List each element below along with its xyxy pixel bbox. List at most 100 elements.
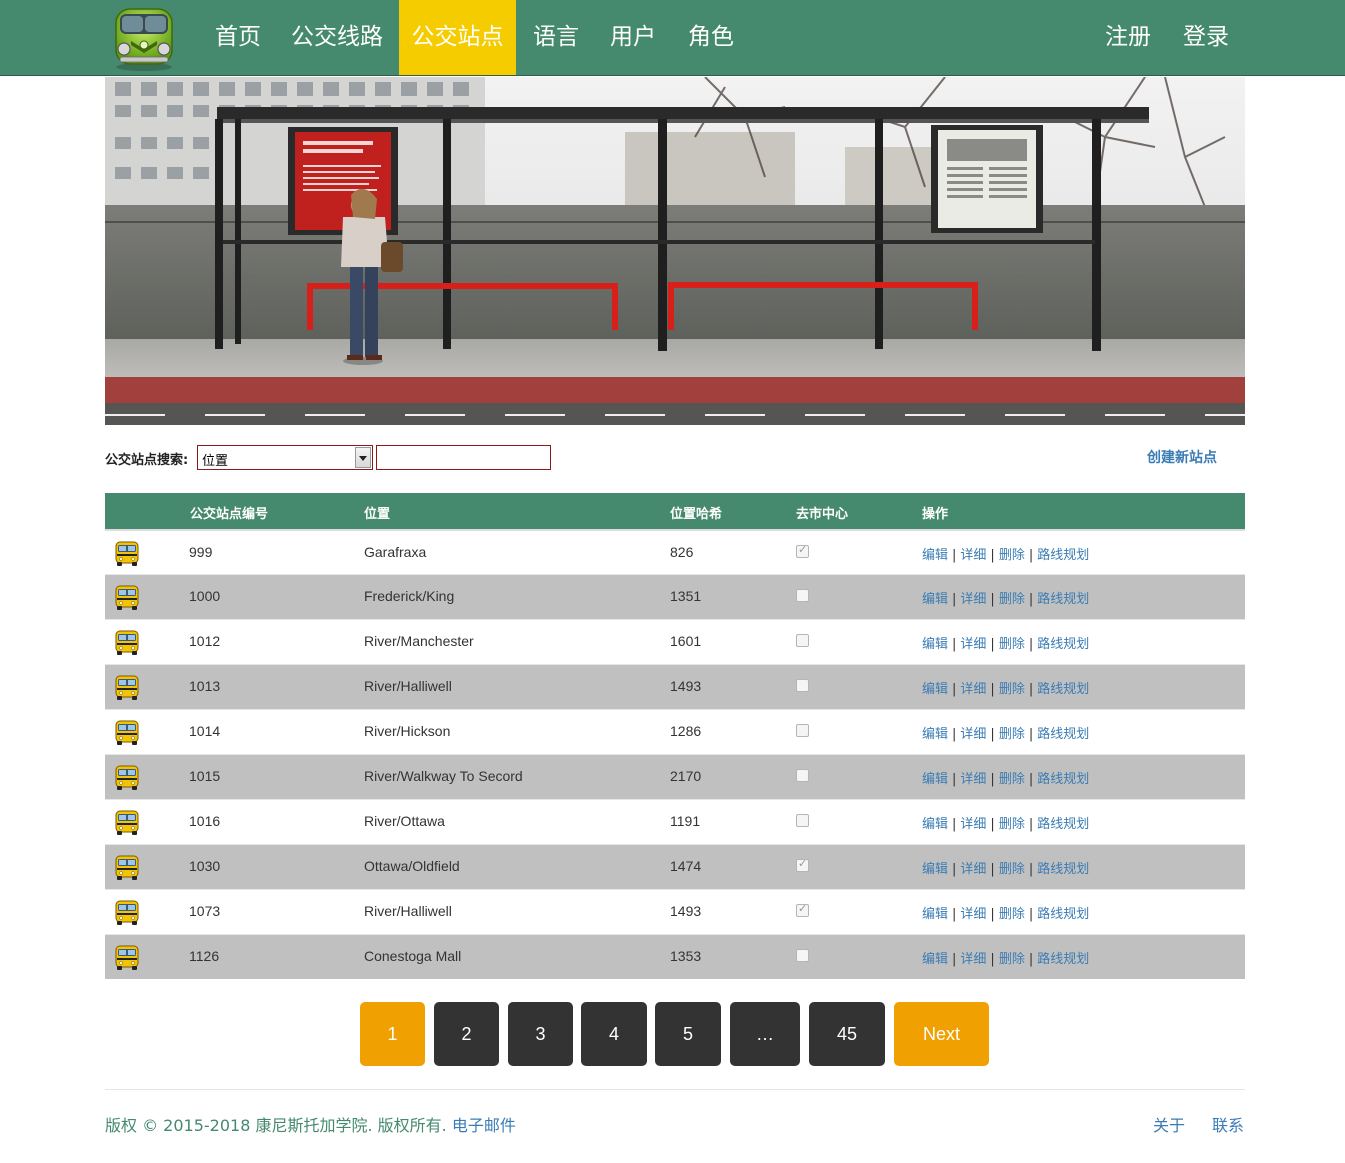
delete-link[interactable]: 删除 bbox=[999, 637, 1025, 652]
school-bus-icon bbox=[115, 855, 139, 880]
edit-link[interactable]: 编辑 bbox=[922, 637, 948, 652]
location-hash-cell: 1353 bbox=[670, 948, 702, 964]
route-planning-link[interactable]: 路线规划 bbox=[1037, 907, 1089, 922]
page-button-4[interactable]: 4 bbox=[581, 1002, 647, 1066]
bus-logo-icon[interactable] bbox=[109, 3, 179, 73]
delete-link[interactable]: 删除 bbox=[999, 548, 1025, 563]
detail-link[interactable]: 详细 bbox=[960, 772, 986, 787]
create-new-stop-link[interactable]: 创建新站点 bbox=[1147, 447, 1217, 467]
action-separator: | bbox=[990, 817, 995, 832]
school-bus-icon bbox=[115, 585, 139, 610]
route-planning-link[interactable]: 路线规划 bbox=[1037, 952, 1089, 967]
edit-link[interactable]: 编辑 bbox=[922, 592, 948, 607]
delete-link[interactable]: 删除 bbox=[999, 682, 1025, 697]
action-separator: | bbox=[990, 637, 995, 652]
header-location-hash[interactable]: 位置哈希 bbox=[670, 503, 722, 522]
edit-link[interactable]: 编辑 bbox=[922, 727, 948, 742]
edit-link[interactable]: 编辑 bbox=[922, 817, 948, 832]
detail-link[interactable]: 详细 bbox=[960, 952, 986, 967]
footer-about-link[interactable]: 关于 bbox=[1153, 1112, 1185, 1136]
location-cell: River/Ottawa bbox=[364, 813, 445, 829]
school-bus-icon bbox=[115, 765, 139, 790]
copyright-text: 版权 © 2015-2018 康尼斯托加学院. 版权所有. bbox=[105, 1116, 447, 1135]
detail-link[interactable]: 详细 bbox=[960, 907, 986, 922]
search-input[interactable] bbox=[376, 445, 551, 470]
detail-link[interactable]: 详细 bbox=[960, 817, 986, 832]
detail-link[interactable]: 详细 bbox=[960, 637, 986, 652]
table-row: 1000 Frederick/King 1351 编辑 | 详细 | 删除 | 路线规划 bbox=[105, 574, 1245, 619]
location-cell: River/Halliwell bbox=[364, 903, 452, 919]
location-cell: River/Walkway To Secord bbox=[364, 768, 523, 784]
edit-link[interactable]: 编辑 bbox=[922, 682, 948, 697]
nav-home[interactable]: 首页 bbox=[205, 0, 271, 75]
route-planning-link[interactable]: 路线规划 bbox=[1037, 637, 1089, 652]
action-separator: | bbox=[1028, 548, 1034, 563]
delete-link[interactable]: 删除 bbox=[999, 772, 1025, 787]
location-hash-cell: 1286 bbox=[670, 723, 702, 739]
action-separator: | bbox=[990, 772, 995, 787]
downtown-checkbox bbox=[796, 634, 809, 647]
footer-contact-link[interactable]: 联系 bbox=[1212, 1112, 1244, 1136]
table-row: 1016 River/Ottawa 1191 编辑 | 详细 | 删除 | 路线规划 bbox=[105, 799, 1245, 844]
route-planning-link[interactable]: 路线规划 bbox=[1037, 592, 1089, 607]
action-separator: | bbox=[1028, 952, 1034, 967]
action-separator: | bbox=[952, 682, 957, 697]
nav-language[interactable]: 语言 bbox=[524, 0, 588, 75]
edit-link[interactable]: 编辑 bbox=[922, 862, 948, 877]
delete-link[interactable]: 删除 bbox=[999, 862, 1025, 877]
delete-link[interactable]: 删除 bbox=[999, 817, 1025, 832]
nav-login[interactable]: 登录 bbox=[1174, 0, 1238, 75]
bus-stops-table: 公交站点编号 位置 位置哈希 去市中心 操作 999 Garafraxa 826… bbox=[105, 493, 1245, 979]
action-separator: | bbox=[952, 772, 957, 787]
delete-link[interactable]: 删除 bbox=[999, 907, 1025, 922]
action-separator: | bbox=[952, 592, 957, 607]
delete-link[interactable]: 删除 bbox=[999, 727, 1025, 742]
edit-link[interactable]: 编辑 bbox=[922, 548, 948, 563]
page-button-1[interactable]: 1 bbox=[360, 1002, 425, 1066]
table-header: 公交站点编号 位置 位置哈希 去市中心 操作 bbox=[105, 493, 1245, 529]
school-bus-icon bbox=[115, 810, 139, 835]
location-cell: River/Manchester bbox=[364, 633, 474, 649]
location-hash-cell: 826 bbox=[670, 544, 694, 560]
table-body: 999 Garafraxa 826 编辑|详细|删除|路线规划 1000 Fre… bbox=[105, 529, 1245, 979]
detail-link[interactable]: 详细 bbox=[960, 862, 986, 877]
next-page-button[interactable]: Next bbox=[894, 1002, 989, 1066]
page-button-3[interactable]: 3 bbox=[508, 1002, 573, 1066]
delete-link[interactable]: 删除 bbox=[999, 952, 1025, 967]
edit-link[interactable]: 编辑 bbox=[922, 772, 948, 787]
header-downtown[interactable]: 去市中心 bbox=[796, 503, 848, 522]
dropdown-arrow-icon[interactable] bbox=[355, 447, 371, 468]
header-stop-number[interactable]: 公交站点编号 bbox=[190, 503, 268, 522]
detail-link[interactable]: 详细 bbox=[960, 548, 986, 563]
edit-link[interactable]: 编辑 bbox=[922, 952, 948, 967]
location-cell: Garafraxa bbox=[364, 544, 427, 560]
route-planning-link[interactable]: 路线规划 bbox=[1037, 862, 1089, 877]
nav-roles[interactable]: 角色 bbox=[679, 0, 743, 75]
stop-number-cell: 1013 bbox=[189, 678, 221, 694]
delete-link[interactable]: 删除 bbox=[999, 592, 1025, 607]
search-field-select[interactable]: 位置 bbox=[197, 445, 373, 470]
header-location[interactable]: 位置 bbox=[364, 503, 390, 522]
page-button-5[interactable]: 5 bbox=[655, 1002, 721, 1066]
row-actions: 编辑 | 详细 | 删除 | 路线规划 bbox=[922, 858, 1089, 877]
nav-register[interactable]: 注册 bbox=[1096, 0, 1160, 75]
nav-bus-stops[interactable]: 公交站点 bbox=[399, 0, 516, 75]
action-separator: | bbox=[952, 548, 957, 563]
page-button-last[interactable]: 45 bbox=[809, 1002, 885, 1066]
detail-link[interactable]: 详细 bbox=[960, 682, 986, 697]
nav-users[interactable]: 用户 bbox=[601, 0, 665, 75]
route-planning-link[interactable]: 路线规划 bbox=[1037, 727, 1089, 742]
route-planning-link[interactable]: 路线规划 bbox=[1037, 772, 1089, 787]
detail-link[interactable]: 详细 bbox=[960, 592, 986, 607]
route-planning-link[interactable]: 路线规划 bbox=[1037, 548, 1089, 563]
route-planning-link[interactable]: 路线规划 bbox=[1037, 817, 1089, 832]
stop-number-cell: 1015 bbox=[189, 768, 221, 784]
location-cell: River/Halliwell bbox=[364, 678, 452, 694]
detail-link[interactable]: 详细 bbox=[960, 727, 986, 742]
route-planning-link[interactable]: 路线规划 bbox=[1037, 682, 1089, 697]
page-button-2[interactable]: 2 bbox=[434, 1002, 499, 1066]
edit-link[interactable]: 编辑 bbox=[922, 907, 948, 922]
footer-email-link[interactable]: 电子邮件 bbox=[452, 1116, 516, 1135]
action-separator: | bbox=[1028, 817, 1034, 832]
nav-bus-routes[interactable]: 公交线路 bbox=[282, 0, 392, 75]
